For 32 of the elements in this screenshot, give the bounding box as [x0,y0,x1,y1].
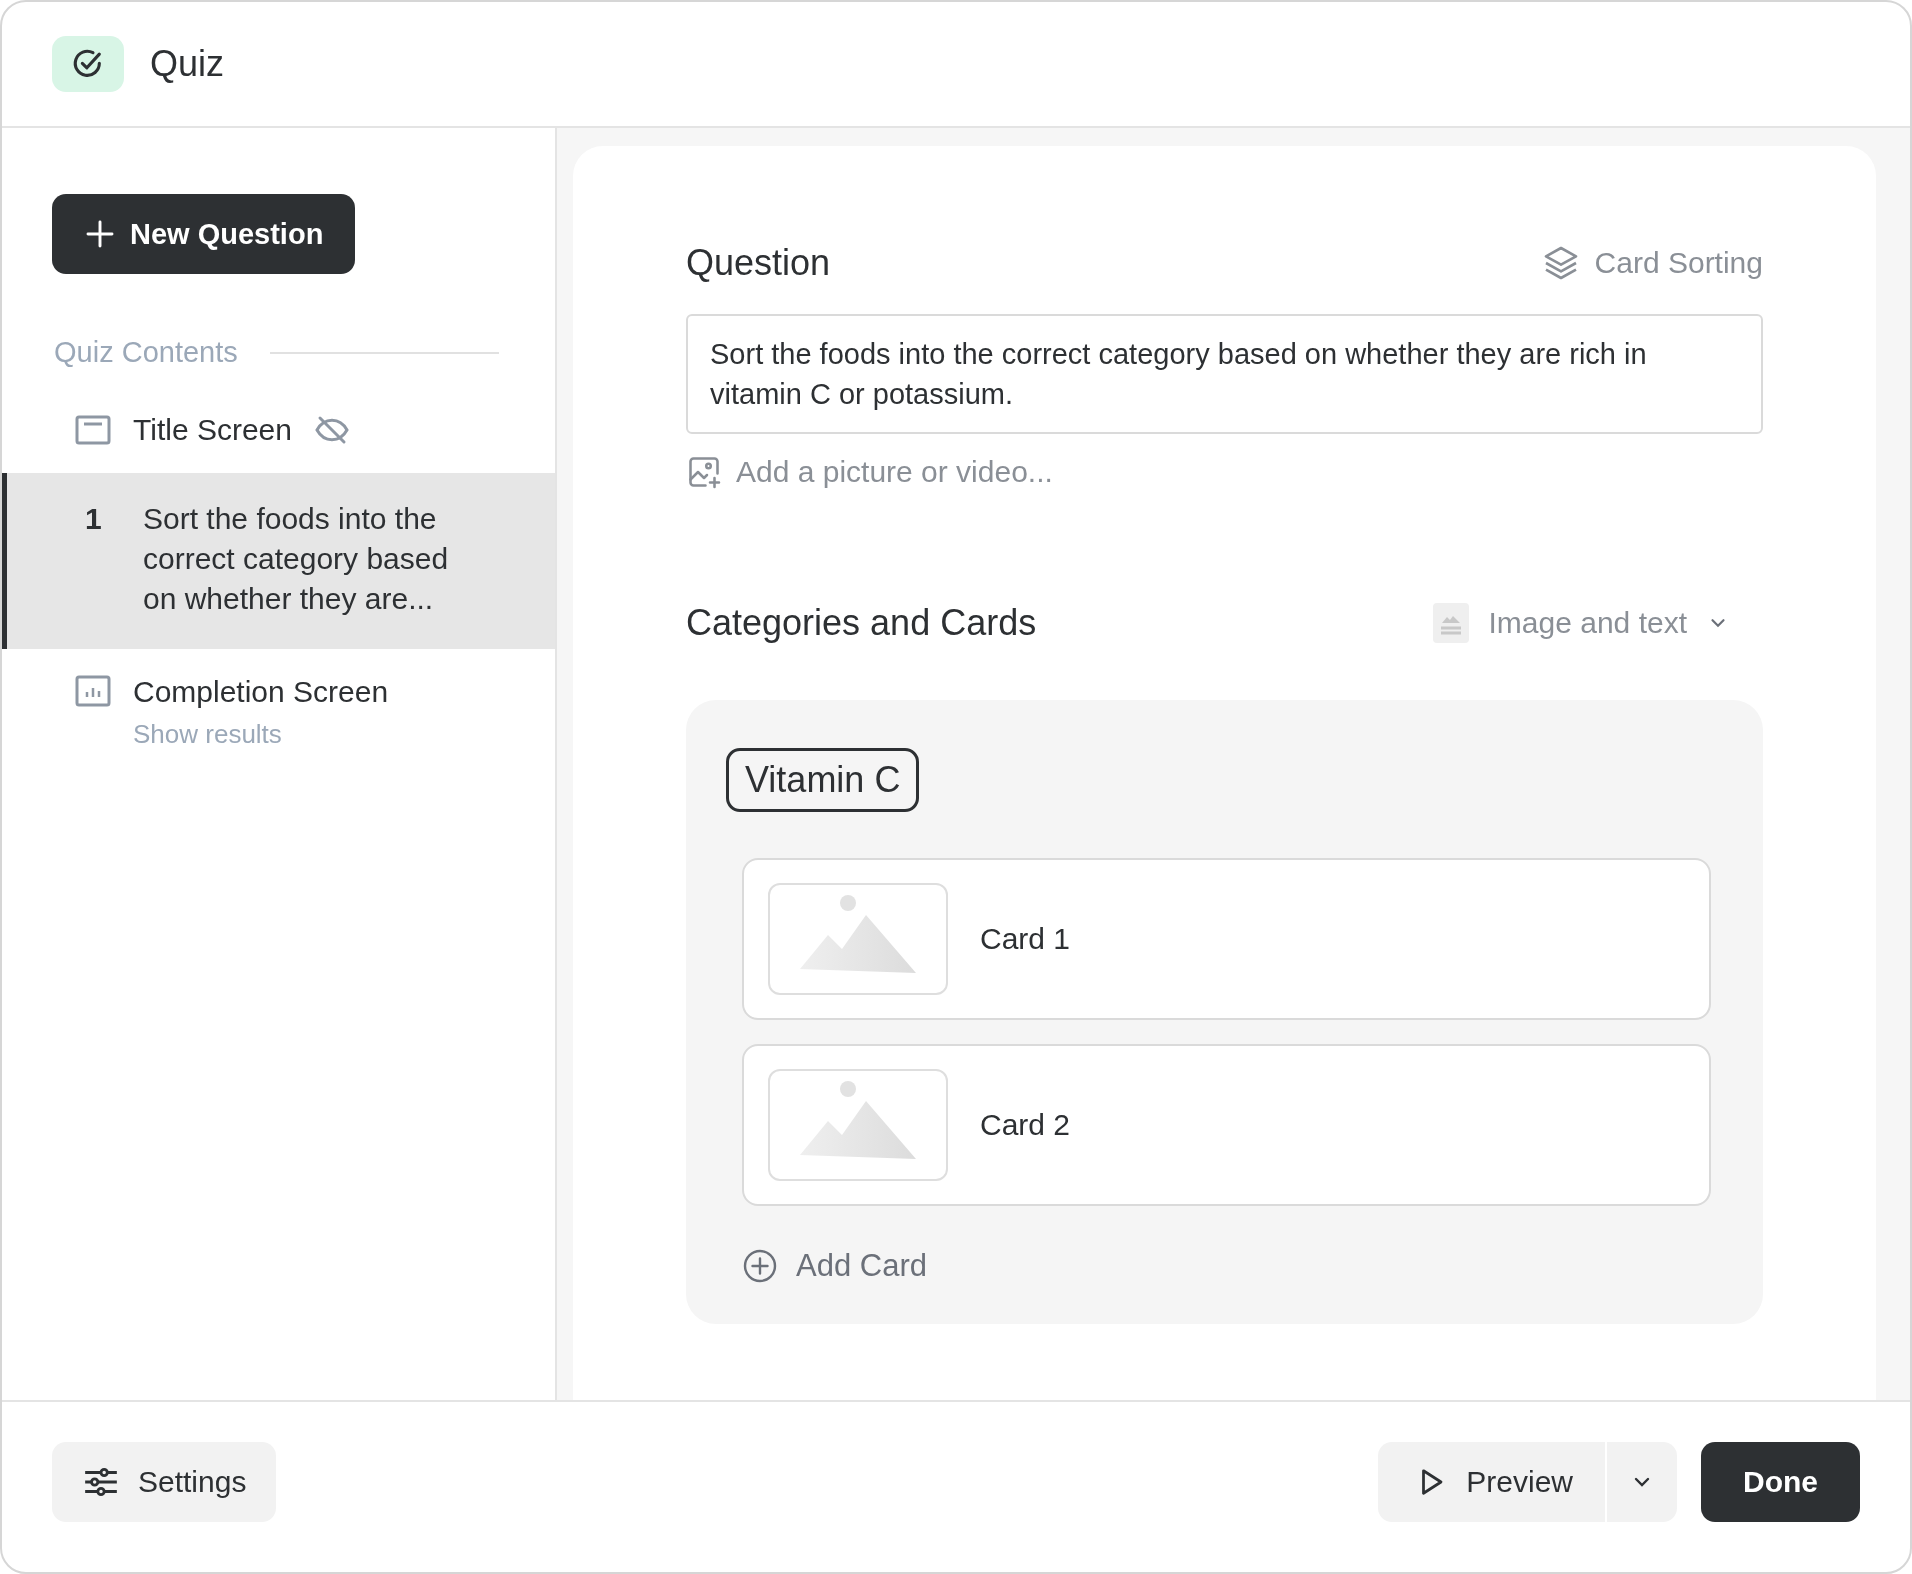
plus-circle-icon [742,1248,778,1284]
question-text-field[interactable]: Sort the foods into the correct category based on whether they are rich in vitamin C or potassium. [686,314,1763,434]
item-label: Title Screen [133,413,292,447]
card-label: Card 1 [980,922,1071,956]
item-label: Sort the foods into the correct category based on whether they are... [143,501,450,617]
plus-icon [84,218,116,250]
item-sublabel: Show results [133,719,283,750]
section-heading: Categories and Cards [686,602,1037,644]
sort-card[interactable]: Card 2 [742,1044,1711,1206]
question-number: 1 [84,501,103,537]
preview-options-button[interactable] [1607,1442,1677,1522]
card-label: Card 2 [980,1108,1071,1142]
sidebar-item[interactable]: Completion Screen Show results [2,659,555,766]
done-button[interactable]: Done [1701,1442,1860,1522]
section-label: Quiz Contents [54,336,238,369]
item-label: Completion Screen [133,675,389,709]
sidebar-item[interactable]: 1 Sort the foods into the correct category based on whether they are... [2,473,555,649]
preview-button[interactable]: Preview [1378,1442,1605,1522]
bar-chart-icon [75,675,111,707]
section-heading: Question [686,242,831,284]
add-card-button[interactable]: Add Card [742,1248,927,1284]
image-plus-icon [686,454,722,490]
question-type-label: Card Sorting [1594,246,1763,280]
new-question-button[interactable]: New Question [52,194,356,274]
sidebar-item[interactable]: Title Screen [2,397,555,463]
category-name-field[interactable]: Vitamin C [726,748,920,812]
screen-icon [75,415,111,445]
settings-button[interactable]: Settings [52,1442,277,1522]
image-text-icon [1432,603,1469,643]
sort-card[interactable]: Card 1 [742,858,1711,1020]
sliders-icon [82,1466,120,1498]
window-title: Quiz [150,43,225,85]
